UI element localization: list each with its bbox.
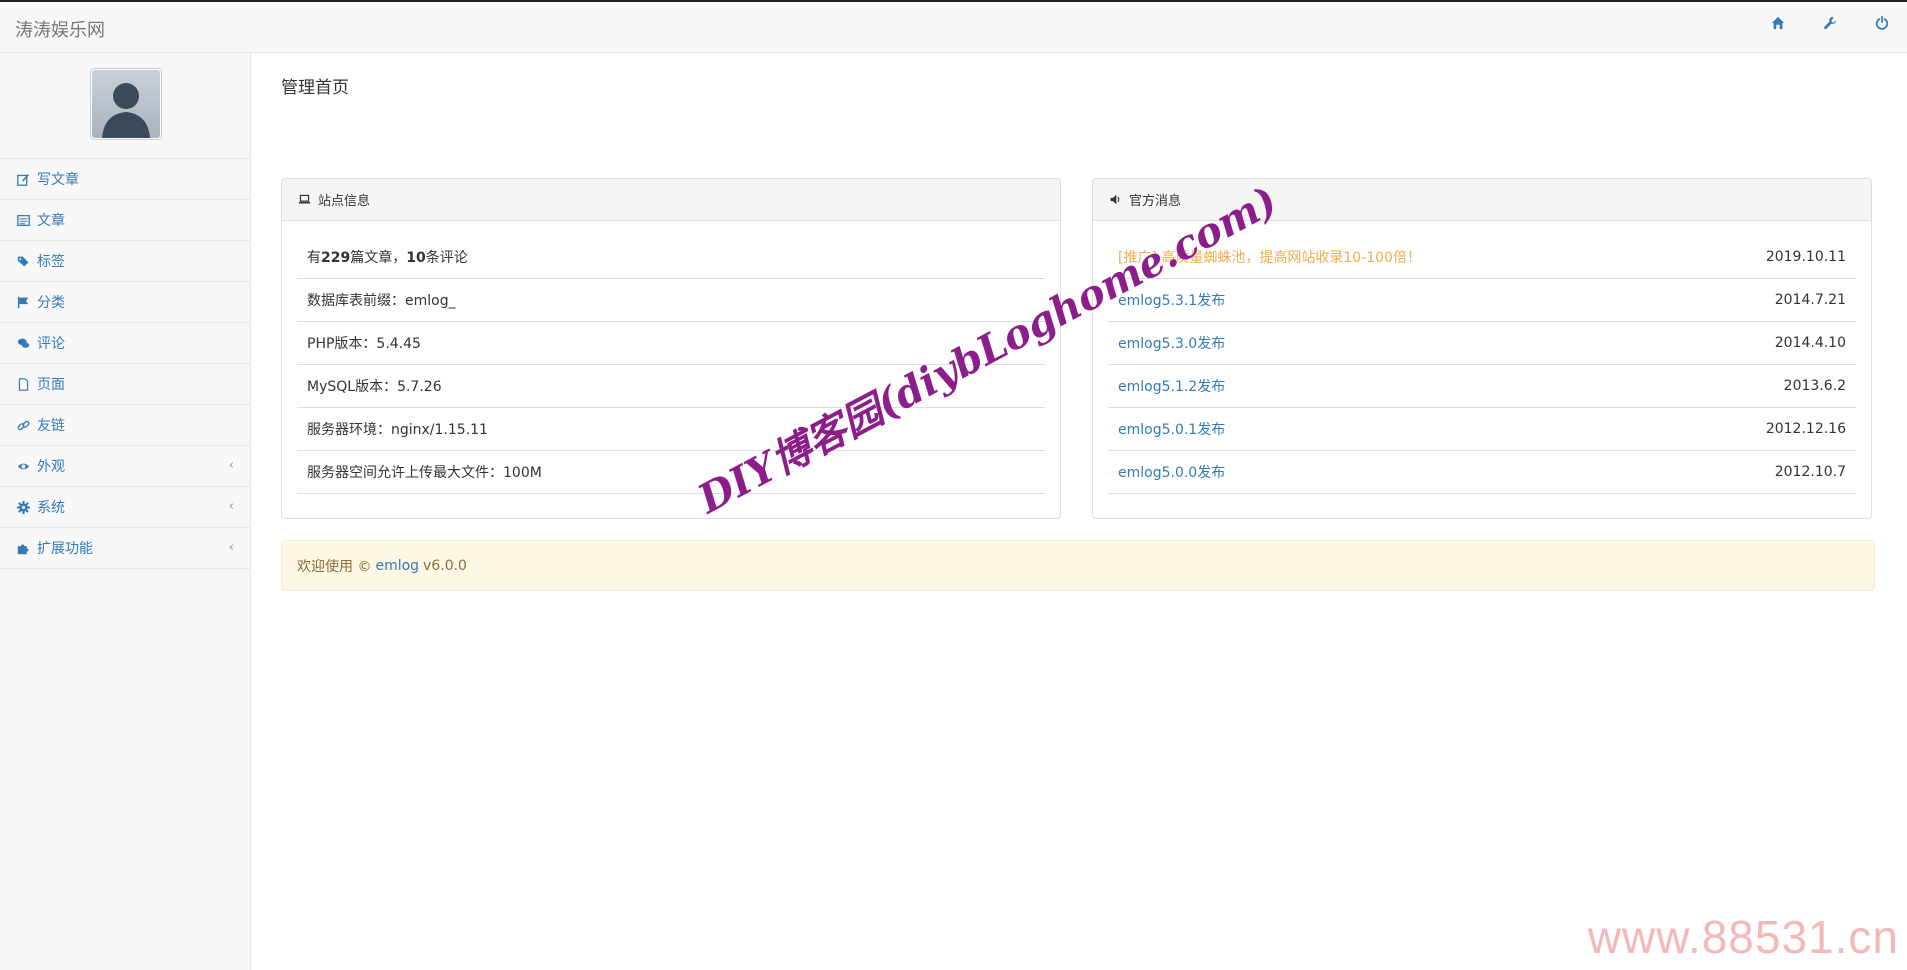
version-text: v6.0.0	[423, 557, 467, 574]
flag-icon	[17, 295, 31, 309]
sidebar-item-label: 分类	[37, 295, 65, 311]
sidebar-item-label: 页面	[37, 377, 65, 393]
home-icon[interactable]	[1771, 16, 1791, 36]
news-date: 2013.6.2	[1783, 378, 1846, 394]
news-link[interactable]: emlog5.3.0发布	[1118, 333, 1225, 353]
link-icon	[17, 418, 31, 432]
chevron-left-icon: ‹	[228, 540, 234, 555]
sidebar-item-articles[interactable]: 文章	[0, 200, 250, 241]
sidebar-item-label: 标签	[37, 254, 65, 270]
news-date: 2014.7.21	[1774, 292, 1846, 308]
top-icons	[1771, 16, 1895, 36]
welcome-text: 欢迎使用 ©	[297, 558, 372, 575]
page-title: 管理首页	[281, 78, 349, 98]
list-icon	[17, 213, 31, 227]
info-row: 数据库表前缀：emlog_	[297, 279, 1045, 322]
comment-count: 10	[406, 250, 426, 266]
stats-row: 有229篇文章，10条评论	[297, 236, 1045, 279]
edit-icon	[17, 172, 31, 186]
sidebar-item-label: 评论	[37, 336, 65, 352]
eye-icon	[17, 459, 31, 473]
volume-icon	[1109, 193, 1123, 207]
sidebar-item-label: 友链	[37, 418, 65, 434]
top-navbar: 涛涛娱乐网	[0, 0, 1907, 53]
news-date: 2014.4.10	[1774, 335, 1846, 351]
file-icon	[17, 377, 31, 391]
sidebar-item-label: 写文章	[37, 172, 79, 188]
avatar-box	[0, 53, 250, 159]
sidebar-item-label: 文章	[37, 213, 65, 229]
wrench-icon[interactable]	[1823, 16, 1843, 36]
welcome-alert: 欢迎使用 © emlog v6.0.0	[281, 540, 1875, 591]
news-item: emlog5.0.1发布 2012.12.16	[1108, 408, 1856, 451]
sidebar-item-links[interactable]: 友链	[0, 405, 250, 446]
sidebar-item-tags[interactable]: 标签	[0, 241, 250, 282]
stats-prefix: 有	[307, 250, 321, 266]
chevron-left-icon: ‹	[228, 458, 234, 473]
server-env-text: 服务器环境：nginx/1.15.11	[307, 422, 488, 438]
panel-title: 官方消息	[1129, 194, 1182, 209]
upload-limit-text: 服务器空间允许上传最大文件：100M	[307, 465, 542, 481]
sidebar-item-appearance[interactable]: 外观 ‹	[0, 446, 250, 487]
chevron-left-icon: ‹	[228, 499, 234, 514]
tags-icon	[17, 254, 31, 268]
sidebar-item-write[interactable]: 写文章	[0, 159, 250, 200]
news-date: 2012.10.7	[1774, 464, 1846, 480]
news-item: emlog5.3.1发布 2014.7.21	[1108, 279, 1856, 322]
puzzle-icon	[17, 541, 31, 555]
news-link[interactable]: emlog5.1.2发布	[1118, 376, 1225, 396]
news-item: emlog5.0.0发布 2012.10.7	[1108, 451, 1856, 494]
news-item: emlog5.3.0发布 2014.4.10	[1108, 322, 1856, 365]
news-date: 2012.12.16	[1765, 421, 1846, 437]
stats-mid: 篇文章，	[350, 250, 407, 266]
power-icon[interactable]	[1875, 16, 1895, 36]
sidebar-item-label: 扩展功能	[37, 541, 93, 557]
sidebar: 写文章 文章 标签 分类 评论 页面 友链 外观 ‹ 系统 ‹ 扩展功能 ‹	[0, 53, 251, 970]
info-row: 服务器空间允许上传最大文件：100M	[297, 451, 1045, 494]
panel-title: 站点信息	[318, 194, 371, 209]
panel-heading: 站点信息	[282, 179, 1060, 221]
news-date: 2019.10.11	[1765, 249, 1846, 265]
php-version-text: PHP版本：5.4.45	[307, 336, 421, 352]
db-prefix-text: 数据库表前缀：emlog_	[307, 293, 456, 309]
comments-icon	[17, 336, 31, 350]
stats-text: 有229篇文章，10条评论	[307, 247, 468, 267]
news-item: emlog5.1.2发布 2013.6.2	[1108, 365, 1856, 408]
news-link[interactable]: emlog5.0.0发布	[1118, 462, 1225, 482]
sidebar-item-category[interactable]: 分类	[0, 282, 250, 323]
sidebar-item-pages[interactable]: 页面	[0, 364, 250, 405]
sidebar-item-comments[interactable]: 评论	[0, 323, 250, 364]
sidebar-item-system[interactable]: 系统 ‹	[0, 487, 250, 528]
emlog-link[interactable]: emlog	[375, 558, 419, 574]
laptop-icon	[298, 193, 312, 207]
news-link[interactable]: emlog5.0.1发布	[1118, 419, 1225, 439]
post-count: 229	[321, 250, 351, 266]
corner-watermark: www.88531.cn	[1587, 911, 1899, 963]
site-brand[interactable]: 涛涛娱乐网	[15, 16, 105, 42]
sidebar-item-extensions[interactable]: 扩展功能 ‹	[0, 528, 250, 569]
sidebar-item-label: 外观	[37, 459, 65, 475]
sidebar-item-label: 系统	[37, 500, 65, 516]
stats-suffix: 条评论	[425, 250, 468, 266]
avatar[interactable]	[90, 68, 162, 140]
cog-icon	[17, 500, 31, 514]
info-row: 服务器环境：nginx/1.15.11	[297, 408, 1045, 451]
mysql-version-text: MySQL版本：5.7.26	[307, 379, 442, 395]
